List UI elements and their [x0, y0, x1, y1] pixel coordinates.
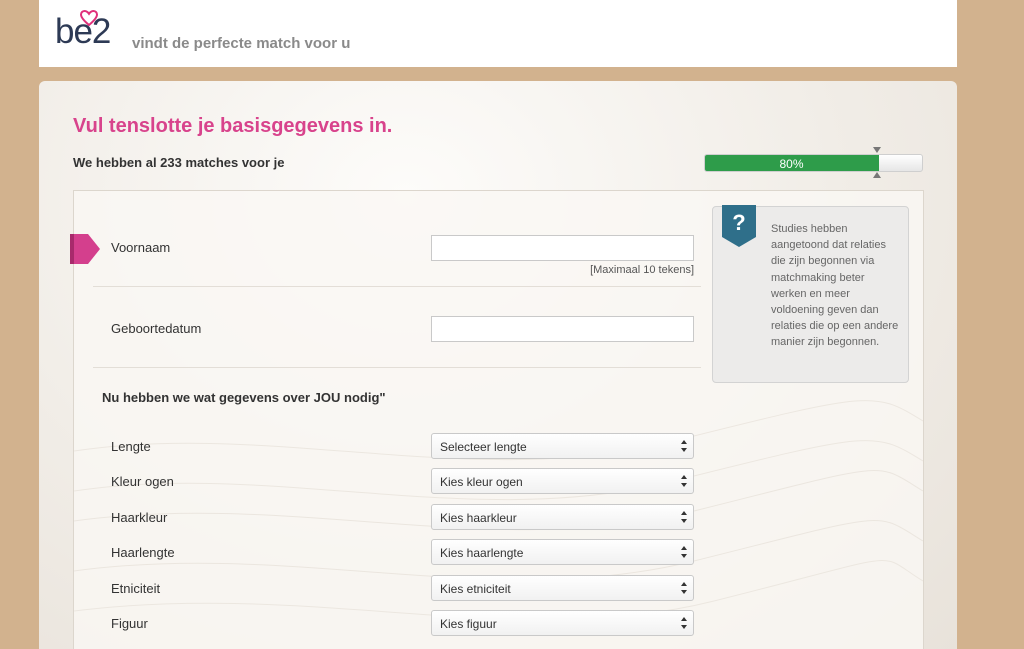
- hair-color-select[interactable]: Kies haarkleur: [431, 504, 694, 530]
- birthdate-label: Geboortedatum: [111, 321, 202, 336]
- svg-text:?: ?: [732, 210, 745, 235]
- site-header: be2 vindt de perfecte match voor u: [39, 0, 957, 67]
- match-count-text: We hebben al 233 matches voor je: [73, 155, 285, 170]
- figure-select-value: Kies figuur: [440, 617, 497, 631]
- eye-color-select-value: Kies kleur ogen: [440, 475, 523, 489]
- height-select-value: Selecteer lengte: [440, 440, 527, 454]
- first-name-hint: [Maximaal 10 tekens]: [590, 264, 694, 276]
- first-name-input[interactable]: [431, 235, 694, 261]
- select-arrows-icon: [681, 440, 687, 452]
- eye-color-label: Kleur ogen: [111, 474, 174, 489]
- hair-color-label: Haarkleur: [111, 510, 168, 525]
- be2-logo[interactable]: be2: [55, 8, 119, 52]
- birthdate-input[interactable]: [431, 316, 694, 342]
- progress-marker-bottom-icon: [873, 172, 881, 178]
- ethnicity-label: Etniciteit: [111, 581, 161, 596]
- height-select[interactable]: Selecteer lengte: [431, 433, 694, 459]
- ethnicity-select-value: Kies etniciteit: [440, 582, 511, 596]
- divider: [93, 286, 701, 287]
- question-mark-icon: ?: [722, 205, 756, 247]
- hair-length-label: Haarlengte: [111, 545, 175, 560]
- select-arrows-icon: [681, 511, 687, 523]
- tagline: vindt de perfecte match voor u: [132, 35, 351, 52]
- progress-label: 80%: [779, 157, 804, 171]
- page-title: Vul tenslotte je basisgegevens in.: [73, 115, 393, 137]
- figure-select[interactable]: Kies figuur: [431, 610, 694, 636]
- main-panel: Vul tenslotte je basisgegevens in. We he…: [39, 81, 957, 649]
- eye-color-select[interactable]: Kies kleur ogen: [431, 468, 694, 494]
- ethnicity-select[interactable]: Kies etniciteit: [431, 575, 694, 601]
- profile-form: Voornaam [Maximaal 10 tekens] Geboorteda…: [70, 190, 924, 649]
- hair-length-select-value: Kies haarlengte: [440, 546, 524, 560]
- section-heading: Nu hebben we wat gegevens over JOU nodig…: [102, 390, 386, 405]
- select-arrows-icon: [681, 546, 687, 558]
- info-tip-text: Studies hebben aangetoond dat relaties d…: [771, 223, 899, 349]
- first-name-label: Voornaam: [111, 240, 171, 255]
- figure-label: Figuur: [111, 616, 148, 631]
- progress-bar: 80%: [704, 154, 923, 172]
- select-arrows-icon: [681, 617, 687, 629]
- height-label: Lengte: [111, 439, 151, 454]
- info-tip-box: ? Studies hebben aangetoond dat relaties…: [712, 205, 909, 383]
- divider: [93, 367, 701, 368]
- hair-length-select[interactable]: Kies haarlengte: [431, 539, 694, 565]
- current-field-pointer-icon: [70, 234, 100, 264]
- select-arrows-icon: [681, 582, 687, 594]
- hair-color-select-value: Kies haarkleur: [440, 511, 517, 525]
- heart-icon: [80, 10, 98, 26]
- select-arrows-icon: [681, 475, 687, 487]
- progress-marker-top-icon: [873, 147, 881, 153]
